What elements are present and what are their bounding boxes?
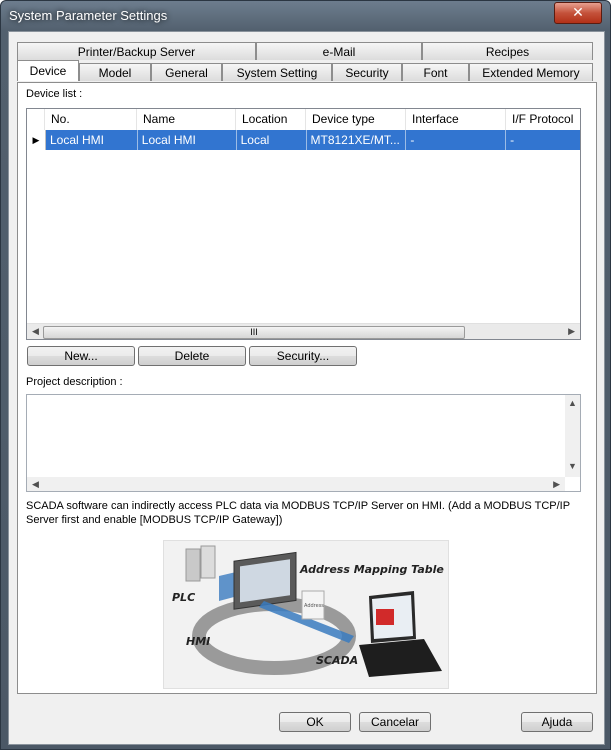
tab-row-upper: Printer/Backup Server e-Mail Recipes xyxy=(17,42,593,61)
scroll-left-icon[interactable]: ◀ xyxy=(32,326,39,337)
ok-button[interactable]: OK xyxy=(279,712,351,732)
tab-font[interactable]: Font xyxy=(402,63,469,81)
cell-interface: - xyxy=(406,130,507,150)
plc-icon xyxy=(185,548,201,582)
window-title: System Parameter Settings xyxy=(9,8,168,23)
tab-recipes[interactable]: Recipes xyxy=(422,42,593,60)
grid-horizontal-scrollbar[interactable]: ◀ III ▶ xyxy=(27,323,580,339)
security-button[interactable]: Security... xyxy=(249,346,357,366)
tab-model[interactable]: Model xyxy=(79,63,151,81)
project-description-field[interactable]: ▲ ▼ ◀ ▶ xyxy=(26,394,581,492)
dialog-client: Printer/Backup Server e-Mail Recipes Dev… xyxy=(8,31,605,745)
tab-extended-memory[interactable]: Extended Memory xyxy=(469,63,593,81)
device-list-grid[interactable]: No. Name Location Device type Interface … xyxy=(26,108,581,340)
scroll-left-icon[interactable]: ◀ xyxy=(32,479,39,490)
col-header-if-protocol[interactable]: I/F Protocol xyxy=(506,109,580,130)
modbus-gateway-note: SCADA software can indirectly access PLC… xyxy=(26,500,570,526)
description-vertical-scrollbar[interactable]: ▲ ▼ xyxy=(565,395,580,477)
new-button[interactable]: New... xyxy=(27,346,135,366)
help-button[interactable]: Ajuda xyxy=(521,712,593,732)
col-header-location[interactable]: Location xyxy=(236,109,306,130)
plc-module-icon xyxy=(200,545,216,579)
hmi-label: HMI xyxy=(186,635,210,648)
col-header-device-type[interactable]: Device type xyxy=(306,109,406,130)
scada-label: SCADA xyxy=(316,654,358,667)
tab-security[interactable]: Security xyxy=(332,63,402,81)
col-header-interface[interactable]: Interface xyxy=(406,109,506,130)
scroll-right-icon[interactable]: ▶ xyxy=(568,326,575,337)
device-list-label: Device list : xyxy=(26,88,83,100)
scroll-thumb[interactable]: III xyxy=(43,326,465,339)
grid-header: No. Name Location Device type Interface … xyxy=(27,109,580,131)
cell-device-type: MT8121XE/MT... xyxy=(307,130,407,150)
grid-header-corner xyxy=(27,109,45,130)
scroll-up-icon[interactable]: ▲ xyxy=(568,398,577,408)
tab-row-lower: Device Model General System Setting Secu… xyxy=(17,60,593,82)
scroll-down-icon[interactable]: ▼ xyxy=(568,461,577,471)
cancel-button[interactable]: Cancelar xyxy=(359,712,431,732)
modbus-gateway-diagram: Address Address Mapping Table PLC HMI SC… xyxy=(163,540,449,689)
hmi-screen-icon xyxy=(240,559,290,603)
tab-device[interactable]: Device xyxy=(17,60,79,81)
col-header-name[interactable]: Name xyxy=(137,109,236,130)
gateway-illustration: Address Address Mapping Table PLC HMI SC… xyxy=(172,545,444,677)
close-button[interactable]: ✕ xyxy=(554,2,602,24)
row-selector-arrow-icon: ▶ xyxy=(27,130,46,150)
delete-button[interactable]: Delete xyxy=(138,346,246,366)
title-bar[interactable]: System Parameter Settings ✕ xyxy=(1,1,610,31)
tab-general[interactable]: General xyxy=(151,63,222,81)
cell-name: Local HMI xyxy=(138,130,237,150)
mapping-sheet-text: Address xyxy=(304,603,324,609)
description-horizontal-scrollbar[interactable]: ◀ ▶ xyxy=(27,477,565,491)
col-header-no[interactable]: No. xyxy=(45,109,137,130)
tab-email[interactable]: e-Mail xyxy=(256,42,422,60)
dialog-window: System Parameter Settings ✕ Printer/Back… xyxy=(0,0,611,750)
tab-system-setting[interactable]: System Setting xyxy=(222,63,332,81)
table-row[interactable]: ▶ Local HMI Local HMI Local MT8121XE/MT.… xyxy=(27,130,580,150)
laptop-keyboard-icon xyxy=(359,639,442,677)
scada-screen-alarm-icon xyxy=(376,609,394,625)
cell-no: Local HMI xyxy=(46,130,138,150)
cell-location: Local xyxy=(237,130,307,150)
scroll-right-icon[interactable]: ▶ xyxy=(553,479,560,490)
tab-printer-backup-server[interactable]: Printer/Backup Server xyxy=(17,42,256,60)
address-mapping-label: Address Mapping Table xyxy=(299,563,444,576)
project-description-label: Project description : xyxy=(26,376,123,388)
cell-if-protocol: - xyxy=(510,133,515,147)
close-icon: ✕ xyxy=(572,4,584,20)
plc-label: PLC xyxy=(172,591,195,604)
